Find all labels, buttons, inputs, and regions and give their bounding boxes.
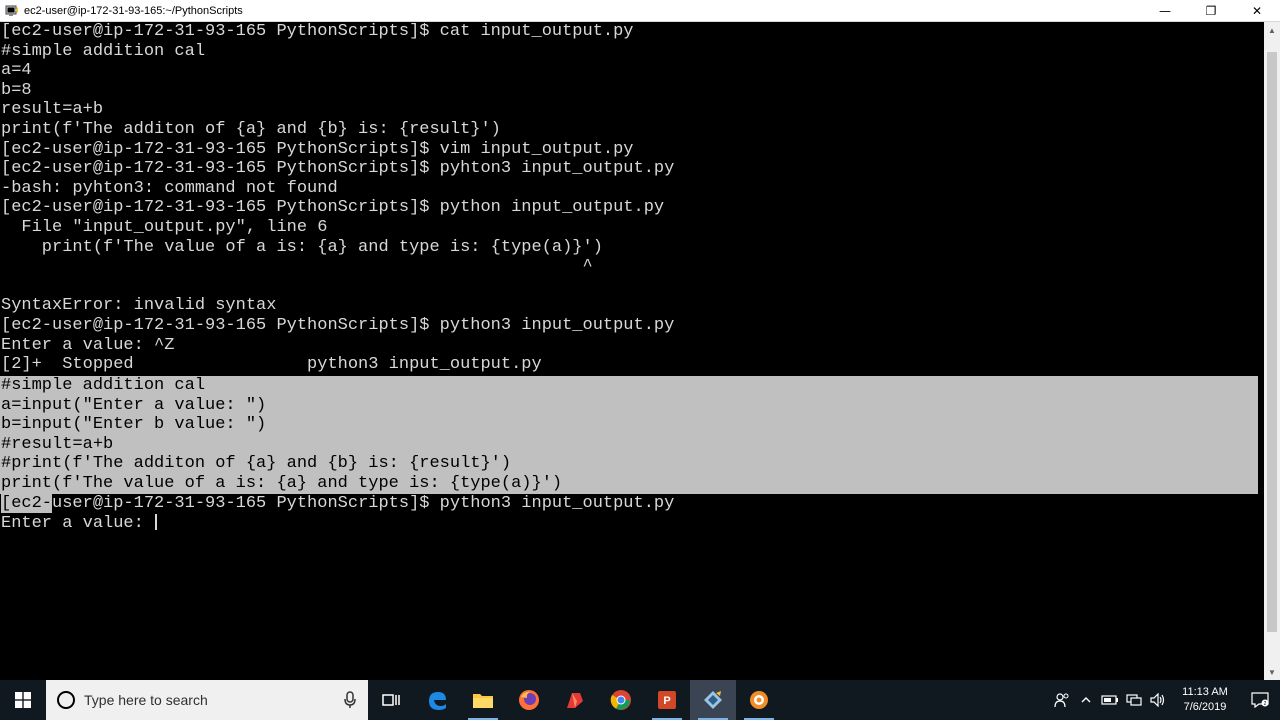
selected-line: #print(f'The additon of {a} and {b} is: … <box>1 454 512 474</box>
selected-line: b=input("Enter b value: ") <box>1 415 267 435</box>
notification-center-button[interactable]: 2 <box>1240 692 1280 708</box>
terminal-line: -bash: pyhton3: command not found <box>1 178 338 198</box>
microphone-icon[interactable] <box>344 691 356 714</box>
terminal-line: [ec2-user@ip-172-31-93-165 PythonScripts… <box>1 22 634 41</box>
firefox-icon <box>519 690 539 710</box>
clock-time: 11:13 AM <box>1182 686 1228 698</box>
taskbar-powerpoint[interactable]: P <box>644 680 690 720</box>
terminal-line: print(f'The additon of {a} and {b} is: {… <box>1 119 501 139</box>
start-button[interactable] <box>0 680 46 720</box>
network-icon[interactable] <box>1122 680 1146 720</box>
terminal-current-lines: [ec2-user@ip-172-31-93-165 PythonScripts… <box>0 494 674 533</box>
putty-app-icon <box>5 4 19 18</box>
minimize-button[interactable]: — <box>1142 0 1188 22</box>
selected-text-block[interactable]: #simple addition cal a=input("Enter a val… <box>0 376 562 494</box>
search-placeholder: Type here to search <box>84 692 208 708</box>
clock-date: 7/6/2019 <box>1183 701 1227 713</box>
terminal-line: File "input_output.py", line 6 <box>1 217 328 237</box>
terminal-line: [ec2-user@ip-172-31-93-165 PythonScripts… <box>0 494 674 514</box>
taskbar-firefox[interactable] <box>506 680 552 720</box>
taskbar-edge[interactable] <box>414 680 460 720</box>
windows-taskbar: Type here to search P 11:13 AM 7/6/2019 … <box>0 680 1280 720</box>
terminal-line: Enter a value: ^Z <box>1 335 175 355</box>
terminal-line: SyntaxError: invalid syntax <box>1 296 277 316</box>
taskbar-putty[interactable] <box>690 680 736 720</box>
window-title: ec2-user@ip-172-31-93-165:~/PythonScript… <box>24 4 243 17</box>
terminal-output[interactable]: [ec2-user@ip-172-31-93-165 PythonScripts… <box>0 22 1264 680</box>
folder-icon <box>473 694 493 708</box>
edge-browser-icon <box>429 692 446 710</box>
terminal-line: a=4 <box>1 61 32 81</box>
maximize-button[interactable]: ❐ <box>1188 0 1234 22</box>
taskbar-chrome[interactable] <box>598 680 644 720</box>
window-titlebar[interactable]: ec2-user@ip-172-31-93-165:~/PythonScript… <box>0 0 1280 22</box>
terminal-line: #simple addition cal <box>1 41 206 61</box>
task-view-button[interactable] <box>368 680 414 720</box>
powerpoint-icon: P <box>658 691 676 709</box>
svg-text:P: P <box>663 695 670 707</box>
terminal-line: [2]+ Stopped python3 input_output.py <box>1 355 542 375</box>
selected-line: print(f'The value of a is: {a} and type … <box>1 473 563 493</box>
terminal-line: b=8 <box>1 80 32 100</box>
text-cursor <box>155 514 158 531</box>
chrome-icon <box>610 690 631 710</box>
scroll-down-icon[interactable]: ▼ <box>1264 664 1280 680</box>
pen-tool-icon <box>567 693 583 708</box>
taskbar-clock[interactable]: 11:13 AM 7/6/2019 <box>1170 685 1240 715</box>
svg-text:2: 2 <box>1264 701 1267 707</box>
selected-line: #result=a+b <box>1 434 114 454</box>
selected-line: a=input("Enter a value: ") <box>1 395 267 415</box>
terminal-line: ^ <box>1 257 593 277</box>
terminal-line: [ec2-user@ip-172-31-93-165 PythonScripts… <box>1 139 634 159</box>
terminal-history: [ec2-user@ip-172-31-93-165 PythonScripts… <box>0 22 1264 394</box>
terminal-line: result=a+b <box>1 100 104 120</box>
system-tray: 11:13 AM 7/6/2019 2 <box>1050 680 1280 720</box>
terminal-line: [ec2-user@ip-172-31-93-165 PythonScripts… <box>1 198 665 218</box>
notification-icon: 2 <box>1251 692 1269 708</box>
chevron-up-icon[interactable] <box>1074 680 1098 720</box>
windows-logo-icon <box>15 692 31 708</box>
scrollbar-thumb[interactable] <box>1267 52 1277 632</box>
taskbar-file-explorer[interactable] <box>460 680 506 720</box>
taskbar-app-orange[interactable] <box>736 680 782 720</box>
putty-taskbar-icon <box>704 691 722 709</box>
volume-icon[interactable] <box>1146 680 1170 720</box>
selected-line: #simple addition cal <box>1 376 206 395</box>
input-prompt: Enter a value: <box>1 513 155 533</box>
prompt-text: user@ip-172-31-93-165 PythonScripts]$ py… <box>52 494 675 513</box>
close-button[interactable]: ✕ <box>1234 0 1280 22</box>
terminal-line: [ec2-user@ip-172-31-93-165 PythonScripts… <box>1 315 675 335</box>
selection-fragment: [ec2- <box>1 494 53 513</box>
taskbar-app-red[interactable] <box>552 680 598 720</box>
task-view-icon <box>382 694 400 706</box>
cortana-circle-icon <box>57 691 75 709</box>
terminal-input-line[interactable]: Enter a value: <box>0 514 674 534</box>
scroll-up-icon[interactable]: ▲ <box>1264 22 1280 38</box>
terminal-scrollbar[interactable]: ▲ ▼ <box>1264 22 1280 680</box>
battery-icon[interactable] <box>1098 680 1122 720</box>
people-icon[interactable] <box>1050 680 1074 720</box>
terminal-line: [ec2-user@ip-172-31-93-165 PythonScripts… <box>1 159 675 179</box>
gear-flower-icon <box>750 691 768 709</box>
taskbar-search-box[interactable]: Type here to search <box>46 680 368 720</box>
window-controls: — ❐ ✕ <box>1142 0 1280 22</box>
terminal-line: print(f'The value of a is: {a} and type … <box>1 237 603 257</box>
